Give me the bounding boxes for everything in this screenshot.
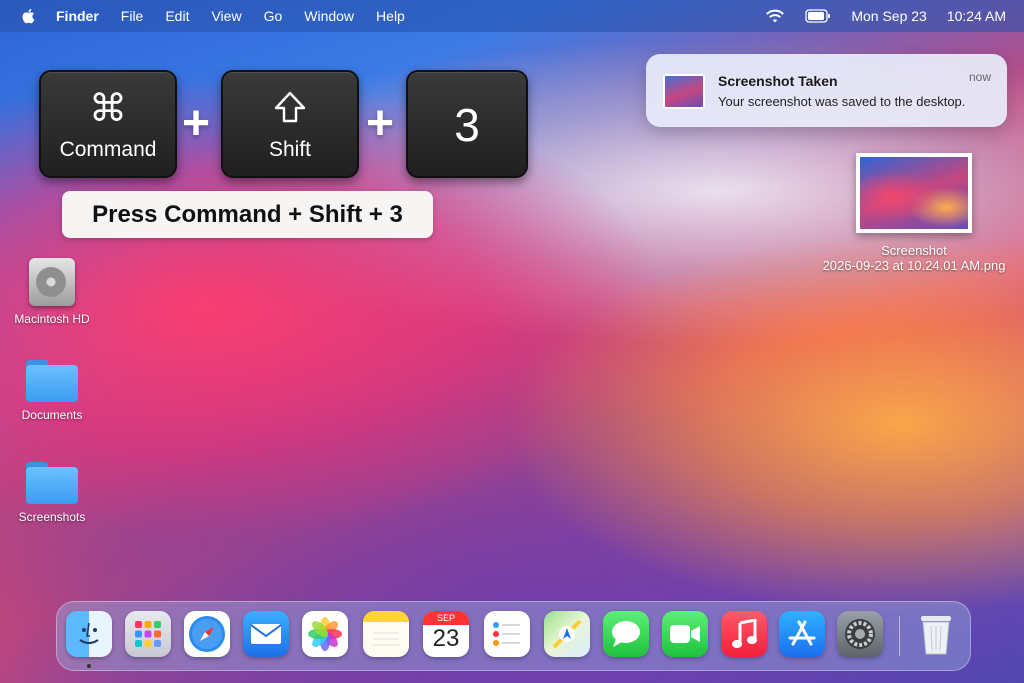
screenshots-folder[interactable]: Screenshots [7,462,97,524]
menubar-time[interactable]: 10:24 AM [947,8,1006,24]
notification-title: Screenshot Taken [718,73,838,89]
calendar-icon[interactable]: SEP 23 [423,611,469,657]
three-key: 3 [406,70,528,178]
shift-key-label: Shift [268,138,312,161]
screenshot-file-date: 2026-09-23 at 10.24.01 AM.png [822,258,1006,273]
dock: SEP 23 [56,601,971,671]
folder-icon [26,360,78,402]
three-key-label: 3 [454,99,480,151]
calendar-month: SEP [423,611,469,625]
plus-sign: + [366,97,395,150]
notes-icon[interactable] [363,611,409,657]
calendar-day: 23 [432,625,460,652]
screenshots-label: Screenshots [18,510,86,524]
menu-help[interactable]: Help [376,8,405,24]
launchpad-icon[interactable] [125,611,171,657]
screenshot-thumbnail [856,153,972,233]
menu-view[interactable]: View [211,8,241,24]
maps-icon[interactable] [544,611,590,657]
wifi-icon[interactable] [765,8,785,24]
facetime-icon[interactable] [662,611,708,657]
folder-icon [26,462,78,504]
photos-icon[interactable] [302,611,348,657]
plus-sign: + [182,97,211,150]
menu-window[interactable]: Window [304,8,354,24]
running-indicator [87,664,91,668]
finder-icon[interactable] [66,611,112,657]
command-key-label: Command [59,138,157,161]
menu-bar: Finder File Edit View Go Window Help Mon… [0,0,1024,32]
system-preferences-icon[interactable] [837,611,883,657]
battery-icon[interactable] [805,9,831,23]
screenshot-file-icon[interactable]: Screenshot 2026-09-23 at 10.24.01 AM.png [814,153,1014,273]
menu-app-finder[interactable]: Finder [56,8,99,24]
menu-file[interactable]: File [121,8,144,24]
menu-go[interactable]: Go [264,8,283,24]
macintosh-hd-icon[interactable]: Macintosh HD [7,258,97,326]
messages-icon[interactable] [603,611,649,657]
command-key: ⌘ Command [39,70,177,178]
notification-body: Your screenshot was saved to the desktop… [718,94,966,109]
mail-icon[interactable] [243,611,289,657]
safari-icon[interactable] [184,611,230,657]
screenshot-notification[interactable]: Screenshot Taken Your screenshot was sav… [646,54,1007,127]
menubar-date[interactable]: Mon Sep 23 [851,8,927,24]
macintosh-hd-label: Macintosh HD [14,312,90,326]
documents-label: Documents [21,408,83,422]
notification-thumbnail [663,74,705,109]
command-symbol-icon: ⌘ [89,88,127,130]
shift-key: Shift [221,70,359,178]
notification-time: now [968,70,991,84]
trash-icon[interactable] [913,611,959,657]
music-icon[interactable] [721,611,767,657]
instruction-banner: Press Command + Shift + 3 [62,191,433,238]
reminders-icon[interactable] [484,611,530,657]
shift-arrow-icon [274,91,306,123]
apple-menu-icon[interactable] [20,7,38,25]
menu-edit[interactable]: Edit [165,8,189,24]
app-store-icon[interactable] [779,611,825,657]
hard-drive-icon [29,258,75,306]
screenshot-file-name: Screenshot [881,243,947,258]
dock-separator [899,616,900,656]
documents-folder[interactable]: Documents [7,360,97,422]
